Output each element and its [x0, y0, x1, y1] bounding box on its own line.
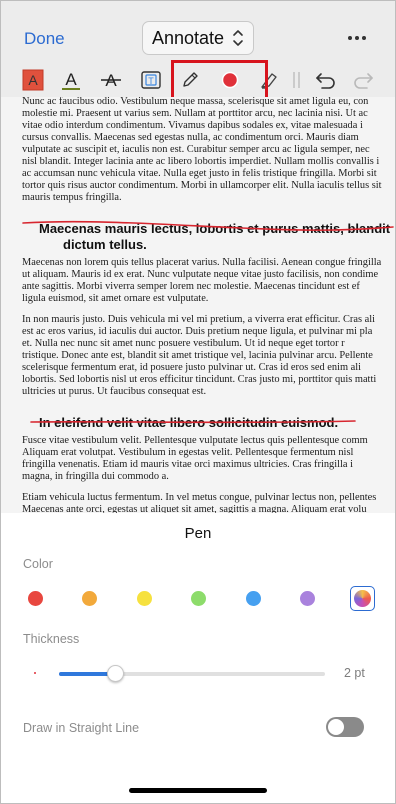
pen-ink-layer: [22, 220, 394, 424]
toolbar-separator: [290, 67, 304, 93]
highlight-a-icon: A: [22, 69, 44, 91]
text-strikeout-tool[interactable]: A: [98, 67, 124, 93]
undo-icon: [316, 73, 335, 89]
toggle-knob: [328, 719, 344, 735]
text-box-icon: T: [141, 71, 161, 89]
thickness-preview-dot: [34, 672, 36, 674]
chevron-up-down-icon: [233, 30, 243, 46]
underline-a-icon: A: [62, 70, 80, 90]
undo-button[interactable]: [312, 67, 338, 93]
home-indicator: [129, 788, 267, 793]
done-button[interactable]: Done: [24, 29, 65, 49]
mode-selector[interactable]: Annotate: [142, 21, 254, 55]
text-underline-tool[interactable]: A: [58, 67, 84, 93]
color-swatch-purple[interactable]: [300, 591, 315, 606]
straight-line-toggle[interactable]: [326, 717, 364, 737]
svg-text:A: A: [28, 72, 38, 88]
straight-line-label: Draw in Straight Line: [23, 721, 140, 735]
callout-highlight-box: [171, 60, 268, 100]
pen-stroke: [22, 220, 394, 231]
text-box-tool[interactable]: T: [138, 67, 164, 93]
color-wheel-icon: [354, 590, 371, 607]
app-window: Done Annotate A A A T Nunc ac faucibus o…: [0, 0, 396, 804]
thickness-label: Thickness: [23, 632, 80, 646]
pen-settings-panel: Pen: [1, 513, 395, 803]
color-swatch-green[interactable]: [191, 591, 206, 606]
thickness-slider[interactable]: [59, 665, 325, 682]
mode-label: Annotate: [151, 27, 225, 48]
ellipsis-icon[interactable]: [347, 35, 367, 41]
color-swatch-blue[interactable]: [246, 591, 261, 606]
pen-stroke: [30, 420, 356, 424]
strikeout-a-icon: A: [101, 71, 121, 90]
thickness-value: 2 pt: [344, 666, 365, 680]
color-swatch-orange[interactable]: [82, 591, 97, 606]
color-label: Color: [23, 557, 53, 571]
text-highlight-tool[interactable]: A: [20, 67, 46, 93]
svg-text:A: A: [65, 70, 77, 89]
panel-title: Pen: [184, 525, 212, 542]
document-page: Nunc ac faucibus odio. Vestibulum neque …: [1, 97, 395, 513]
nav-header: Done Annotate: [1, 1, 395, 63]
redo-button[interactable]: [351, 67, 377, 93]
redo-icon: [354, 73, 373, 89]
color-swatch-yellow[interactable]: [137, 591, 152, 606]
color-swatch-red[interactable]: [28, 591, 43, 606]
separator-icon: [293, 72, 300, 88]
thickness-slider-thumb[interactable]: [106, 665, 124, 682]
svg-text:T: T: [148, 76, 154, 86]
color-swatch-multicolor[interactable]: [350, 586, 375, 611]
